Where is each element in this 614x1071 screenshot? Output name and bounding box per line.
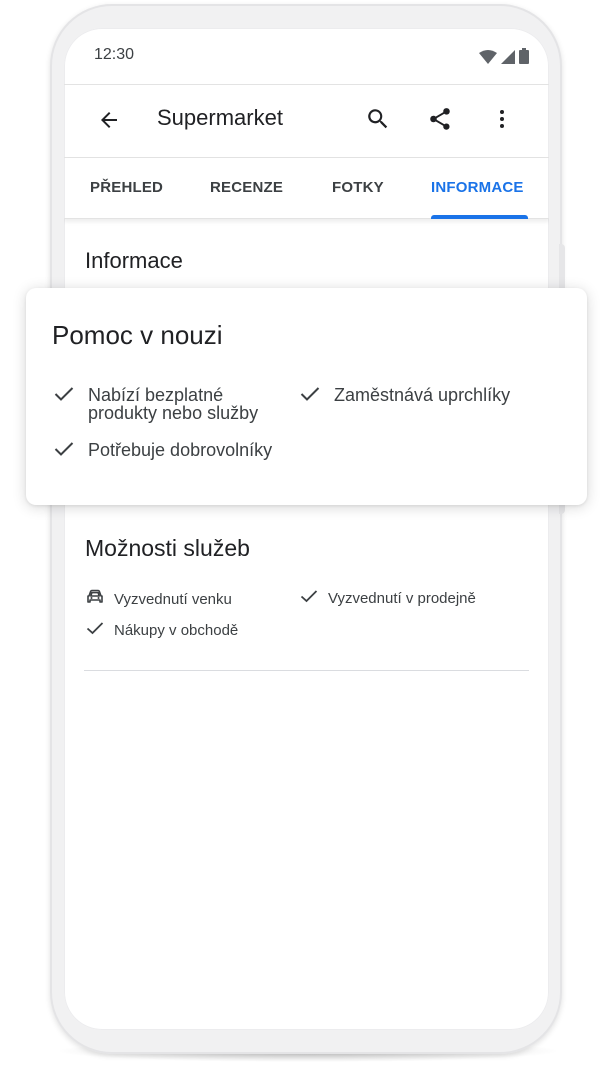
app-bar: Supermarket bbox=[64, 85, 549, 158]
tab-fotky[interactable]: FOTKY bbox=[332, 179, 384, 196]
car-icon bbox=[86, 589, 104, 609]
section-divider bbox=[84, 670, 529, 671]
back-button[interactable] bbox=[92, 105, 126, 139]
help-card-item: Zaměstnává uprchlíky bbox=[300, 386, 510, 405]
service-option-item: Vyzvednutí venku bbox=[86, 589, 232, 609]
battery-icon bbox=[519, 48, 529, 69]
arrow-back-icon bbox=[97, 108, 121, 137]
phone-screen: 12:30 Supermarket PŘEHLED RECENZE FOTKY … bbox=[64, 28, 549, 1030]
check-icon bbox=[54, 441, 74, 460]
service-option-label: Vyzvednutí venku bbox=[114, 590, 232, 608]
help-card-item: Potřebuje dobrovolníky bbox=[54, 441, 272, 460]
status-time: 12:30 bbox=[94, 46, 135, 63]
tab-recenze[interactable]: RECENZE bbox=[210, 179, 283, 196]
check-icon bbox=[300, 589, 318, 607]
tab-bar: PŘEHLED RECENZE FOTKY INFORMACE bbox=[64, 158, 549, 219]
more-vert-icon bbox=[490, 107, 514, 136]
share-button[interactable] bbox=[422, 103, 458, 139]
status-bar: 12:30 bbox=[64, 28, 549, 85]
search-icon bbox=[365, 106, 391, 137]
active-tab-indicator bbox=[431, 215, 528, 219]
more-options-button[interactable] bbox=[484, 103, 520, 139]
wifi-icon bbox=[479, 50, 497, 69]
service-options-title: Možnosti služeb bbox=[85, 535, 250, 561]
check-icon bbox=[54, 386, 74, 405]
help-card-title: Pomoc v nouzi bbox=[52, 320, 223, 350]
service-option-label: Vyzvednutí v prodejně bbox=[328, 589, 476, 607]
app-title: Supermarket bbox=[157, 105, 283, 130]
check-icon bbox=[300, 386, 320, 405]
help-card: Pomoc v nouzi Nabízí bezplatné produkty … bbox=[26, 288, 587, 505]
help-card-item-label: Nabízí bezplatné produkty nebo služby bbox=[88, 385, 259, 423]
check-icon bbox=[86, 621, 104, 639]
help-card-item-label: Zaměstnává uprchlíky bbox=[334, 385, 511, 405]
help-card-item-label: Potřebuje dobrovolníky bbox=[88, 440, 273, 460]
share-icon bbox=[427, 106, 453, 137]
stage: 12:30 Supermarket PŘEHLED RECENZE FOTKY … bbox=[0, 0, 614, 1071]
service-option-label: Nákupy v obchodě bbox=[114, 621, 239, 639]
tab-informace[interactable]: INFORMACE bbox=[431, 179, 524, 196]
search-button[interactable] bbox=[360, 103, 396, 139]
tab-prehled[interactable]: PŘEHLED bbox=[90, 179, 163, 196]
cell-signal-icon bbox=[501, 50, 515, 69]
help-card-item: Nabízí bezplatné produkty nebo služby bbox=[54, 386, 258, 422]
service-option-item: Nákupy v obchodě bbox=[86, 621, 238, 639]
service-option-item: Vyzvednutí v prodejně bbox=[300, 589, 476, 607]
info-section-title: Informace bbox=[85, 248, 183, 273]
status-icons bbox=[479, 48, 529, 69]
